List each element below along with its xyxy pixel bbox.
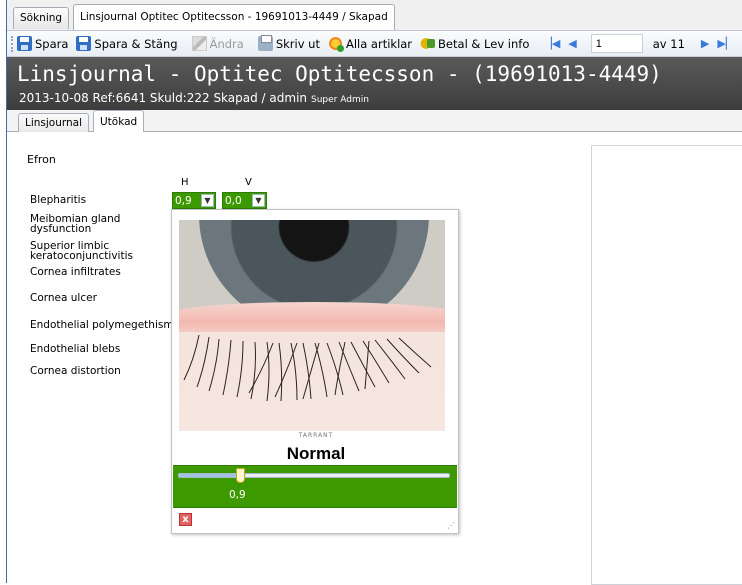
grading-popup: TARRANT Normal 0,9 x ⋰ [171, 209, 459, 534]
save-close-label: Spara & Stäng [94, 36, 178, 51]
page-number-input[interactable] [590, 34, 643, 53]
previous-page-icon[interactable]: ◀ [568, 37, 576, 50]
chevron-down-icon[interactable]: ▼ [252, 194, 265, 207]
save-close-button[interactable]: Spara & Stäng [76, 36, 178, 51]
condition-label: keratoconjunctivitis [30, 250, 133, 262]
print-label: Skriv ut [275, 36, 320, 51]
tab-extended[interactable]: Utökad [93, 110, 145, 133]
edit-label: Ändra [209, 36, 244, 51]
column-header-h: H [181, 177, 189, 188]
condition-label: Cornea ulcer [30, 292, 97, 304]
tab-linsjournal[interactable]: Linsjournal [18, 113, 90, 133]
page-title: Linsjournal - Optitec Optitecsson - (196… [17, 62, 662, 86]
slider-value: 0,9 [229, 489, 246, 501]
journal-header: Linsjournal - Optitec Optitecsson - (196… [7, 57, 742, 110]
select-value: 0,9 [175, 194, 192, 207]
user-role: Super Admin [311, 95, 369, 105]
select-value: 0,0 [225, 194, 242, 207]
articles-icon [327, 36, 344, 52]
column-header-v: V [245, 177, 252, 188]
save-icon [17, 36, 32, 51]
edit-button[interactable]: Ändra [191, 36, 244, 51]
tab-search[interactable]: Sökning [13, 7, 70, 29]
condition-label: Endothelial polymegethism [30, 319, 174, 331]
image-caption: TARRANT [298, 432, 334, 439]
blepharitis-h-select[interactable]: 0,9 ▼ [172, 192, 216, 209]
grade-slider-thumb[interactable] [236, 468, 245, 483]
save-label: Spara [35, 36, 69, 51]
journal-meta: 2013-10-08 Ref:6641 Skuld:222 Skapad / a… [19, 91, 308, 105]
right-panel [591, 145, 742, 585]
journal-subtitle: 2013-10-08 Ref:6641 Skuld:222 Skapad / a… [19, 91, 369, 105]
section-label-efron: Efron [27, 153, 56, 166]
grade-slider-track[interactable] [178, 468, 450, 483]
tab-lens-journal[interactable]: Linsjournal Optitec Optitecsson - 196910… [73, 4, 395, 30]
window-left-edge [0, 0, 8, 583]
grade-slider-panel: 0,9 [173, 465, 457, 508]
edit-icon [191, 36, 207, 51]
printer-icon [257, 35, 273, 51]
grade-slider-fill [179, 474, 240, 477]
condition-label: Cornea infiltrates [30, 266, 121, 278]
first-page-icon[interactable]: ▕◀ [543, 37, 560, 50]
toolbar-grip[interactable] [11, 35, 13, 52]
last-page-icon[interactable]: ▶▏ [717, 37, 734, 50]
payment-icon [420, 36, 436, 51]
condition-label: Cornea distortion [30, 365, 121, 377]
pay-delivery-button[interactable]: Betal & Lev info [420, 36, 529, 51]
page-count-label: av 11 [652, 36, 685, 51]
articles-label: Alla artiklar [345, 36, 413, 51]
close-popup-button[interactable]: x [179, 513, 192, 526]
condition-label: Blepharitis [30, 194, 87, 206]
save-close-icon [76, 36, 92, 51]
eye-grading-image [179, 220, 445, 431]
print-button[interactable]: Skriv ut [257, 35, 320, 51]
save-button[interactable]: Spara [17, 36, 68, 51]
blepharitis-v-select[interactable]: 0,0 ▼ [222, 192, 267, 209]
condition-label: dysfunction [30, 223, 92, 235]
resize-grip-icon[interactable]: ⋰ [447, 521, 455, 530]
eyelash-illustration [183, 334, 432, 402]
pay-label: Betal & Lev info [438, 36, 530, 51]
chevron-down-icon[interactable]: ▼ [201, 194, 214, 207]
condition-label: Endothelial blebs [30, 343, 121, 355]
all-articles-button[interactable]: Alla artiklar [327, 36, 413, 52]
next-page-icon[interactable]: ▶ [701, 37, 709, 50]
grade-label: Normal [286, 444, 346, 463]
toolbar: Spara Spara & Stäng Ändra Skriv ut Alla … [7, 31, 742, 57]
